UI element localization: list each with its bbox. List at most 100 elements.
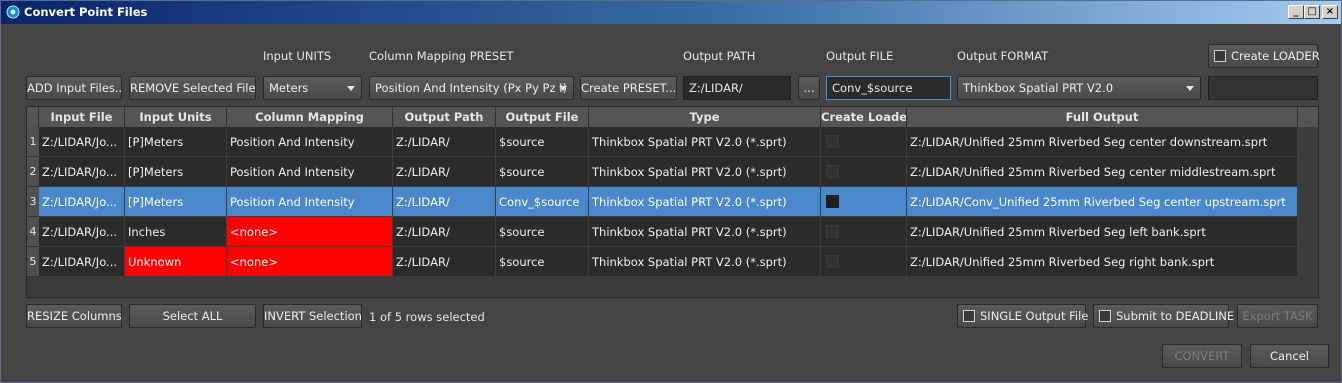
create-loader-row-checkbox[interactable] [826,225,839,238]
cell-type[interactable]: Thinkbox Spatial PRT V2.0 (*.sprt) [589,187,821,217]
cell-full-output[interactable]: Z:/LIDAR/Unified 25mm Riverbed Seg cente… [907,127,1298,157]
minimize-button[interactable]: _ [1288,5,1304,19]
output-path-label: Output PATH [683,49,756,63]
column-header-input-units[interactable]: Input Units [125,107,227,127]
submit-to-deadline-checkbox-box[interactable] [1099,310,1111,322]
single-output-file-label: SINGLE Output File [980,309,1089,323]
cell-create-loader[interactable] [821,217,907,247]
cell-type[interactable]: Thinkbox Spatial PRT V2.0 (*.sprt) [589,217,821,247]
browse-path-button[interactable]: ... [798,76,820,100]
cell-create-loader[interactable] [821,127,907,157]
cell-output-path[interactable]: Z:/LIDAR/ [393,157,496,187]
single-output-file-checkbox[interactable]: SINGLE Output File [957,304,1089,328]
cell-input-units[interactable]: [P]Meters [125,187,227,217]
cell-full-output[interactable]: Z:/LIDAR/Unified 25mm Riverbed Seg right… [907,247,1298,277]
column-header-output-file[interactable]: Output File [496,107,589,127]
submit-to-deadline-label: Submit to DEADLINE [1116,309,1235,323]
output-format-value: Thinkbox Spatial PRT V2.0 [963,81,1114,95]
cell-input-file[interactable]: Z:/LIDAR/Jo... [39,157,125,187]
row-number: 4 [27,217,39,247]
table-row[interactable]: 2 Z:/LIDAR/Jo... [P]Meters Position And … [27,157,1318,187]
cell-type[interactable]: Thinkbox Spatial PRT V2.0 (*.sprt) [589,247,821,277]
input-units-dropdown[interactable]: Meters [263,76,362,100]
create-loader-checkbox-box[interactable] [1214,50,1226,62]
cell-output-file[interactable]: $source [496,127,589,157]
cell-output-path[interactable]: Z:/LIDAR/ [393,247,496,277]
column-header-full-output[interactable]: Full Output [907,107,1298,127]
window-title: Convert Point Files [24,5,148,19]
cell-output-path[interactable]: Z:/LIDAR/ [393,127,496,157]
column-mapping-preset-label: Column Mapping PRESET [369,49,514,63]
table-row-selected[interactable]: 3 Z:/LIDAR/Jo... [P]Meters Position And … [27,187,1318,217]
create-loader-checkbox[interactable]: Create LOADER [1208,44,1320,68]
cell-output-file[interactable]: $source [496,157,589,187]
resize-columns-button[interactable]: RESIZE Columns [26,304,122,328]
invert-selection-button[interactable]: INVERT Selection [263,304,362,328]
cell-output-file[interactable]: Conv_$source [496,187,589,217]
cell-column-mapping-error[interactable]: <none> [227,247,393,277]
input-units-value: Meters [269,81,309,95]
submit-to-deadline-checkbox[interactable]: Submit to DEADLINE [1093,304,1234,328]
maximize-button[interactable]: □ [1304,5,1320,19]
close-button[interactable]: × [1322,5,1338,19]
cell-column-mapping[interactable]: Position And Intensity [227,157,393,187]
cancel-button[interactable]: Cancel [1250,344,1329,368]
cell-input-units[interactable]: Inches [125,217,227,247]
cell-create-loader[interactable] [821,247,907,277]
cell-input-file[interactable]: Z:/LIDAR/Jo... [39,217,125,247]
convert-point-files-window: Convert Point Files _ □ × Input UNITS Co… [0,0,1342,383]
cell-column-mapping[interactable]: Position And Intensity [227,187,393,217]
cell-type[interactable]: Thinkbox Spatial PRT V2.0 (*.sprt) [589,127,821,157]
single-output-file-checkbox-box[interactable] [963,310,975,322]
table-row[interactable]: 1 Z:/LIDAR/Jo... [P]Meters Position And … [27,127,1318,157]
app-icon [6,5,20,19]
selection-status: 1 of 5 rows selected [369,310,485,324]
row-number-header [27,107,39,127]
cell-output-path[interactable]: Z:/LIDAR/ [393,187,496,217]
cell-output-file[interactable]: $source [496,217,589,247]
cell-input-file[interactable]: Z:/LIDAR/Jo... [39,127,125,157]
cell-create-loader[interactable] [821,187,907,217]
output-format-dropdown[interactable]: Thinkbox Spatial PRT V2.0 [957,76,1201,100]
cell-output-path[interactable]: Z:/LIDAR/ [393,217,496,247]
export-task-button[interactable]: Export TASK [1237,304,1318,328]
cell-create-loader[interactable] [821,157,907,187]
output-path-input[interactable]: Z:/LIDAR/ [683,76,791,100]
cell-column-mapping-error[interactable]: <none> [227,217,393,247]
titlebar[interactable]: Convert Point Files _ □ × [1,1,1341,24]
cell-input-units-error[interactable]: Unknown [125,247,227,277]
column-header-output-path[interactable]: Output Path [393,107,496,127]
cell-column-mapping[interactable]: Position And Intensity [227,127,393,157]
column-header-create-loader[interactable]: Create Loader [821,107,907,127]
cell-input-units[interactable]: [P]Meters [125,157,227,187]
cell-type[interactable]: Thinkbox Spatial PRT V2.0 (*.sprt) [589,157,821,187]
column-header-input-file[interactable]: Input File [39,107,125,127]
select-all-button[interactable]: Select ALL [129,304,256,328]
cell-input-file[interactable]: Z:/LIDAR/Jo... [39,187,125,217]
create-loader-row-checkbox[interactable] [826,165,839,178]
cell-input-units[interactable]: [P]Meters [125,127,227,157]
files-table: Input File Input Units Column Mapping Ou… [26,106,1319,298]
create-preset-button[interactable]: Create PRESET... [580,76,677,100]
add-input-files-button[interactable]: ADD Input Files... [26,76,122,100]
column-header-column-mapping[interactable]: Column Mapping [227,107,393,127]
column-mapping-preset-dropdown[interactable]: Position And Intensity (Px Py Pz I) [369,76,574,100]
create-loader-label: Create LOADER [1231,49,1320,63]
create-loader-row-checkbox[interactable] [826,255,839,268]
table-row[interactable]: 5 Z:/LIDAR/Jo... Unknown <none> Z:/LIDAR… [27,247,1318,277]
output-file-input[interactable]: Conv_$source [826,76,951,100]
table-row[interactable]: 4 Z:/LIDAR/Jo... Inches <none> Z:/LIDAR/… [27,217,1318,247]
cell-full-output[interactable]: Z:/LIDAR/Unified 25mm Riverbed Seg cente… [907,157,1298,187]
chevron-down-icon [1186,86,1194,91]
create-loader-row-checkbox[interactable] [826,135,839,148]
cell-full-output[interactable]: Z:/LIDAR/Conv_Unified 25mm Riverbed Seg … [907,187,1298,217]
create-loader-row-checkbox[interactable] [826,195,839,208]
cell-full-output[interactable]: Z:/LIDAR/Unified 25mm Riverbed Seg left … [907,217,1298,247]
cell-input-file[interactable]: Z:/LIDAR/Jo... [39,247,125,277]
remove-selected-files-button[interactable]: REMOVE Selected Files [129,76,256,100]
column-header-type[interactable]: Type [589,107,821,127]
output-format-label: Output FORMAT [957,49,1049,63]
cell-output-file[interactable]: $source [496,247,589,277]
convert-button[interactable]: CONVERT [1162,344,1242,368]
row-number: 5 [27,247,39,277]
